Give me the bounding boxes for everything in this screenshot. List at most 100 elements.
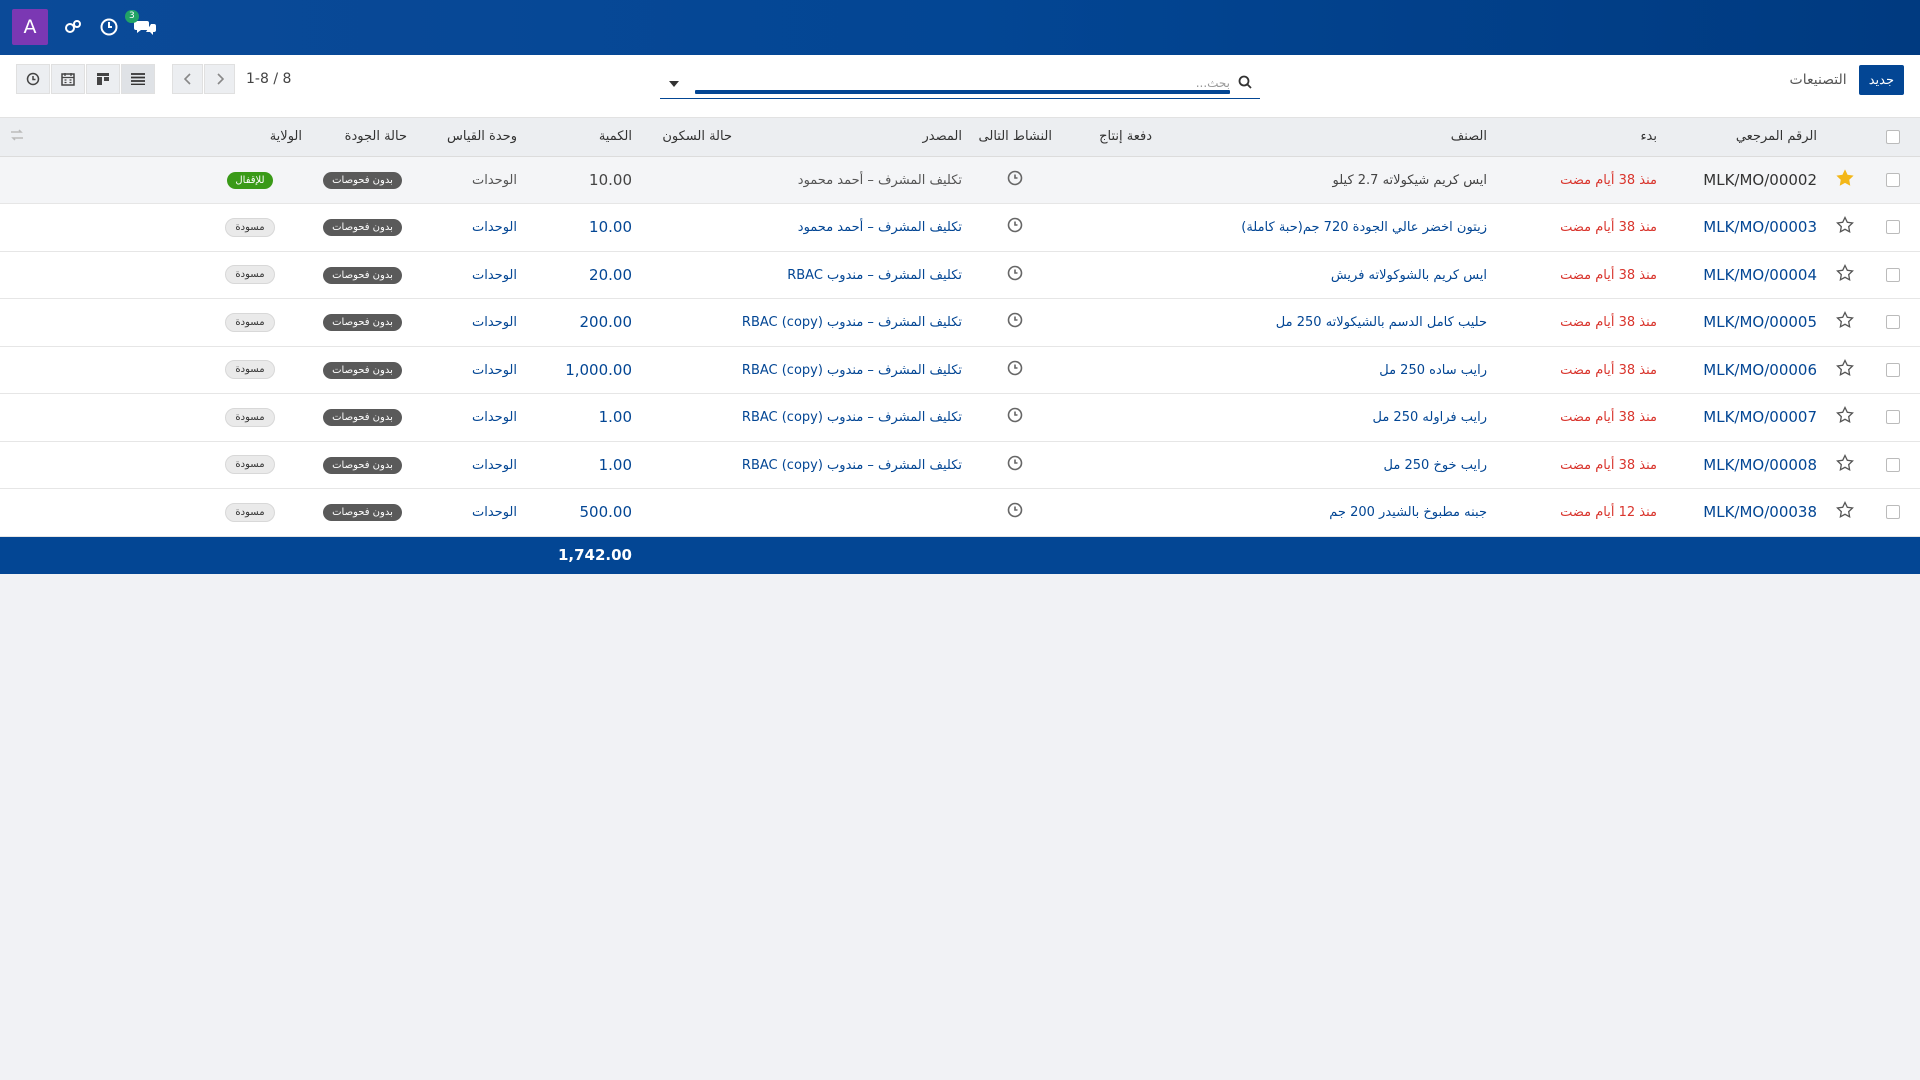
header-next-activity[interactable]: النشاط التالى <box>970 118 1060 157</box>
activity-clock-icon[interactable] <box>1007 455 1023 475</box>
cell-source[interactable]: تكليف المشرف – مندوب RBAC <box>740 251 970 299</box>
cell-next-activity[interactable] <box>970 346 1060 394</box>
header-source[interactable]: المصدر <box>740 118 970 157</box>
star-icon[interactable] <box>1836 263 1854 286</box>
star-icon[interactable] <box>1836 501 1854 523</box>
cell-product[interactable]: حليب كامل الدسم بالشيكولاته 250 مل <box>1160 299 1495 347</box>
pager-value[interactable]: 1-8 / 8 <box>246 71 291 87</box>
clock-icon[interactable] <box>98 16 120 38</box>
header-state[interactable]: الولاية <box>190 118 310 157</box>
cell-reference[interactable]: MLK/MO/00005 <box>1665 299 1825 347</box>
header-idle-state[interactable]: حالة السكون <box>640 118 740 157</box>
header-start[interactable]: بدء <box>1495 118 1665 157</box>
new-button[interactable]: جديد <box>1858 65 1904 95</box>
cell-uom[interactable]: الوحدات <box>415 346 525 394</box>
cell-next-activity[interactable] <box>970 204 1060 252</box>
header-quality[interactable]: حالة الجودة <box>310 118 415 157</box>
row-checkbox[interactable] <box>1885 267 1900 282</box>
header-uom[interactable]: وحدة القياس <box>415 118 525 157</box>
row-checkbox[interactable] <box>1885 457 1900 472</box>
row-checkbox[interactable] <box>1885 410 1900 425</box>
cell-product[interactable]: رايب خوخ 250 مل <box>1160 441 1495 489</box>
cell-next-activity[interactable] <box>970 489 1060 537</box>
table-row[interactable]: MLK/MO/00003 منذ 38 أيام مضت زيتون اخضر عا… <box>0 203 1920 252</box>
user-avatar[interactable]: A <box>12 9 48 45</box>
optional-columns-icon[interactable] <box>10 128 24 146</box>
cell-lot <box>1060 299 1160 347</box>
cell-product[interactable]: جبنه مطبوخ بالشيدر 200 جم <box>1160 489 1495 537</box>
table-row[interactable]: MLK/MO/00038 منذ 12 أيام مضت جبنه مطبوخ با… <box>0 488 1920 537</box>
table-row[interactable]: MLK/MO/00008 منذ 38 أيام مضت رايب خوخ 250 … <box>0 441 1920 489</box>
header-product[interactable]: الصنف <box>1160 118 1495 157</box>
search-icon[interactable] <box>1238 75 1252 93</box>
cell-reference[interactable]: MLK/MO/00038 <box>1665 489 1825 537</box>
cell-next-activity[interactable] <box>970 251 1060 299</box>
row-checkbox[interactable] <box>1885 220 1900 235</box>
table-row[interactable]: MLK/MO/00007 منذ 38 أيام مضت رايب فراوله 2… <box>0 393 1920 442</box>
pager-next-button[interactable] <box>204 64 235 94</box>
cell-reference[interactable]: MLK/MO/00007 <box>1665 394 1825 442</box>
cell-source[interactable]: تكليف المشرف – أحمد محمود <box>740 156 970 204</box>
select-all-checkbox[interactable] <box>1885 129 1900 144</box>
activity-clock-icon[interactable] <box>1007 265 1023 285</box>
cell-uom[interactable]: الوحدات <box>415 204 525 252</box>
row-checkbox[interactable] <box>1885 315 1900 330</box>
cogs-icon[interactable] <box>62 16 84 38</box>
cell-uom[interactable]: الوحدات <box>415 489 525 537</box>
activity-clock-icon[interactable] <box>1007 170 1023 190</box>
cell-reference[interactable]: MLK/MO/00003 <box>1665 204 1825 252</box>
table-row[interactable]: MLK/MO/00006 منذ 38 أيام مضت رايب ساده 250… <box>0 346 1920 394</box>
cell-source[interactable]: تكليف المشرف – مندوب RBAC (copy) <box>740 441 970 489</box>
pager-previous-button[interactable] <box>172 64 203 94</box>
chat-icon[interactable]: 3 <box>125 10 156 38</box>
row-checkbox[interactable] <box>1885 362 1900 377</box>
kanban-view-button[interactable] <box>86 64 120 94</box>
table-row[interactable]: MLK/MO/00005 منذ 38 أيام مضت حليب كامل الد… <box>0 298 1920 347</box>
cell-next-activity[interactable] <box>970 441 1060 489</box>
cell-product[interactable]: زيتون اخضر عالي الجودة 720 جم(حبة كاملة) <box>1160 204 1495 252</box>
star-icon[interactable] <box>1836 358 1854 381</box>
cell-uom[interactable]: الوحدات <box>415 251 525 299</box>
activity-clock-icon[interactable] <box>1007 502 1023 522</box>
header-reference[interactable]: الرقم المرجعي <box>1665 118 1825 157</box>
row-checkbox[interactable] <box>1885 505 1900 520</box>
table-row[interactable]: MLK/MO/00004 منذ 38 أيام مضت ايس كريم بالش… <box>0 251 1920 299</box>
activity-clock-icon[interactable] <box>1007 360 1023 380</box>
cell-reference[interactable]: MLK/MO/00008 <box>1665 441 1825 489</box>
cell-source[interactable] <box>740 489 970 537</box>
cell-uom[interactable]: الوحدات <box>415 156 525 204</box>
star-icon[interactable] <box>1836 216 1854 238</box>
star-icon[interactable] <box>1836 406 1854 428</box>
cell-product[interactable]: ايس كريم شيكولاته 2.7 كيلو <box>1160 156 1495 204</box>
cell-uom[interactable]: الوحدات <box>415 394 525 442</box>
cell-reference[interactable]: MLK/MO/00002 <box>1665 156 1825 204</box>
cell-source[interactable]: تكليف المشرف – مندوب RBAC (copy) <box>740 394 970 442</box>
table-row[interactable]: MLK/MO/00002 منذ 38 أيام مضت ايس كريم شيكو… <box>0 156 1920 204</box>
header-lot[interactable]: دفعة إنتاج <box>1060 118 1160 157</box>
cell-product[interactable]: رايب فراوله 250 مل <box>1160 394 1495 442</box>
cell-next-activity[interactable] <box>970 299 1060 347</box>
calendar-view-button[interactable] <box>51 64 85 94</box>
star-icon[interactable] <box>1836 453 1854 476</box>
cell-next-activity[interactable] <box>970 156 1060 204</box>
activity-clock-icon[interactable] <box>1007 312 1023 332</box>
cell-source[interactable]: تكليف المشرف – أحمد محمود <box>740 204 970 252</box>
cell-uom[interactable]: الوحدات <box>415 299 525 347</box>
activity-clock-icon[interactable] <box>1007 217 1023 237</box>
cell-reference[interactable]: MLK/MO/00004 <box>1665 251 1825 299</box>
activity-view-button[interactable] <box>16 64 50 94</box>
cell-uom[interactable]: الوحدات <box>415 441 525 489</box>
search-options-toggle[interactable] <box>664 77 684 91</box>
cell-source[interactable]: تكليف المشرف – مندوب RBAC (copy) <box>740 299 970 347</box>
header-quantity[interactable]: الكمية <box>525 118 640 157</box>
list-view-button[interactable] <box>121 64 155 94</box>
row-checkbox[interactable] <box>1885 172 1900 187</box>
star-filled-icon[interactable] <box>1836 169 1854 191</box>
cell-product[interactable]: رايب ساده 250 مل <box>1160 346 1495 394</box>
cell-next-activity[interactable] <box>970 394 1060 442</box>
star-icon[interactable] <box>1836 311 1854 333</box>
cell-product[interactable]: ايس كريم بالشوكولاته فريش <box>1160 251 1495 299</box>
cell-source[interactable]: تكليف المشرف – مندوب RBAC (copy) <box>740 346 970 394</box>
activity-clock-icon[interactable] <box>1007 407 1023 427</box>
cell-reference[interactable]: MLK/MO/00006 <box>1665 346 1825 394</box>
